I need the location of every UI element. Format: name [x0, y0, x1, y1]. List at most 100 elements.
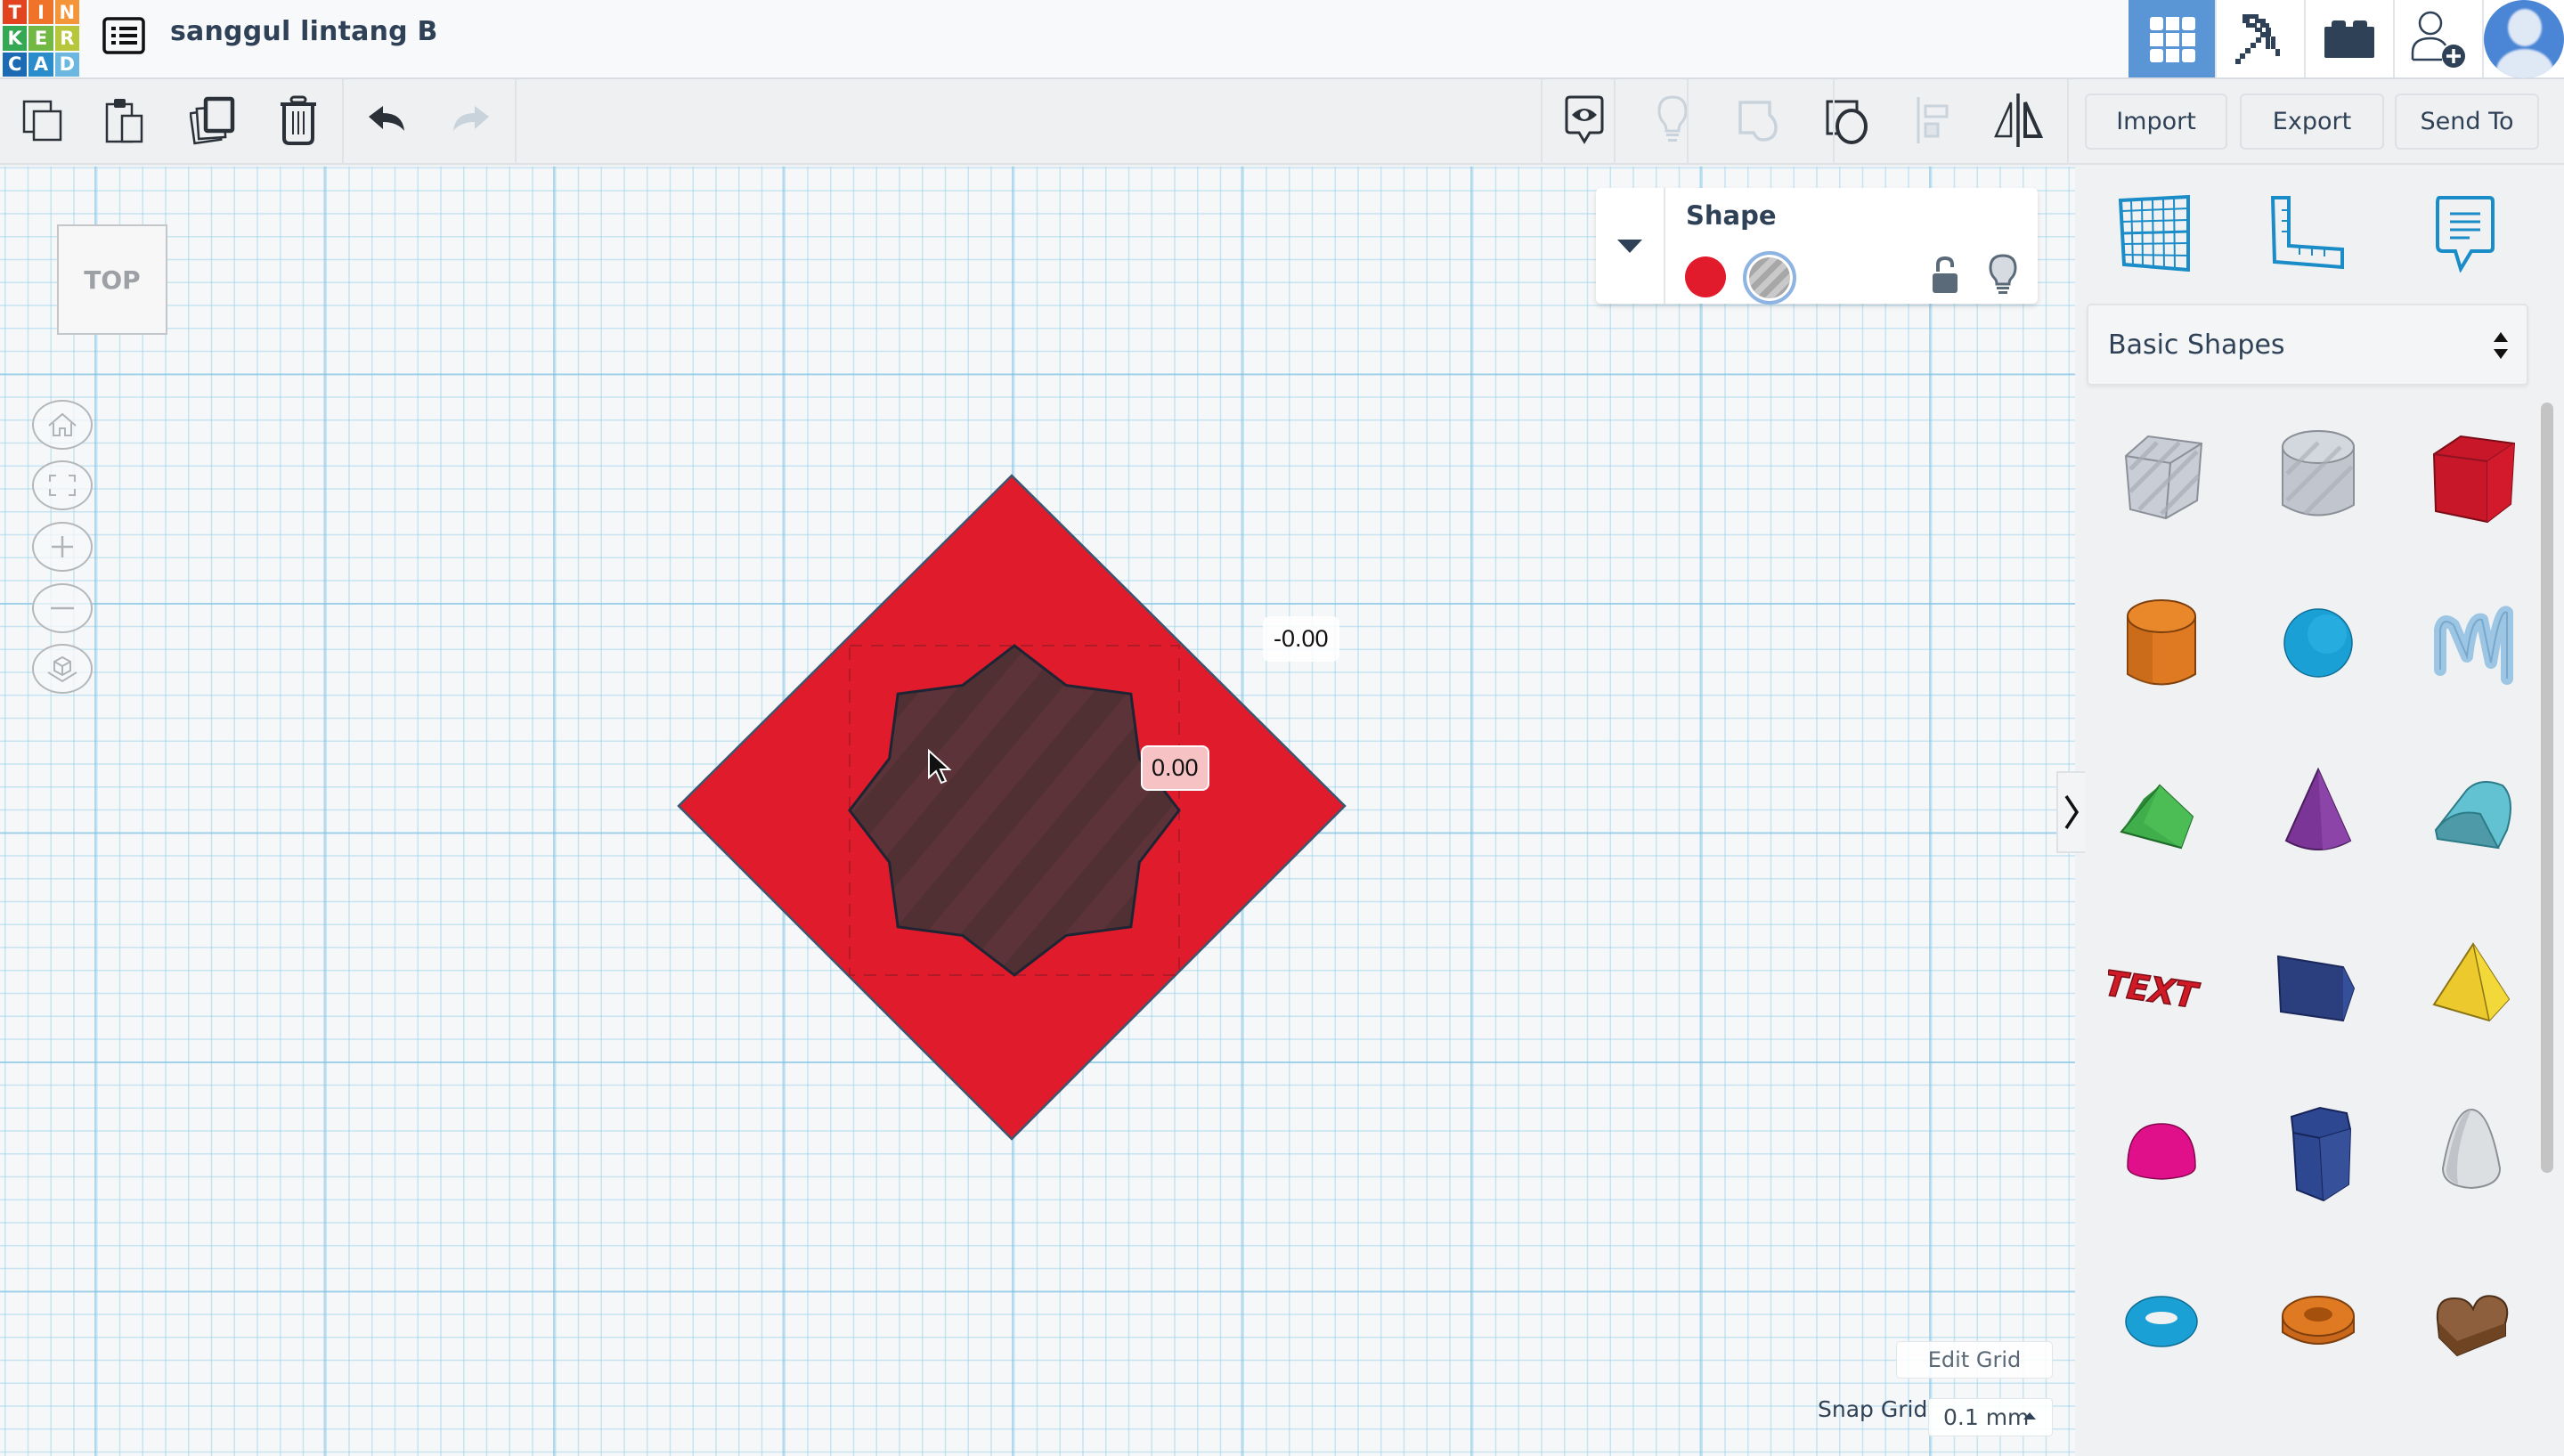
logo-letter: K [3, 26, 28, 51]
nav-bricks[interactable] [2304, 0, 2393, 77]
text-icon: TEXT [2108, 963, 2203, 1017]
nav-profile[interactable] [2482, 0, 2564, 78]
export-button[interactable]: Export [2240, 94, 2384, 150]
group-button[interactable] [1731, 94, 1785, 147]
shape-cylinder[interactable] [2095, 576, 2228, 710]
caret-down-icon [1617, 240, 1642, 253]
ungroup-button[interactable] [1820, 94, 1874, 147]
copy-icon [22, 100, 62, 142]
ungroup-icon [1826, 100, 1868, 144]
tube-icon [2282, 1296, 2355, 1345]
import-button[interactable]: Import [2085, 94, 2227, 150]
shape-cone[interactable] [2251, 745, 2385, 879]
shape-sphere[interactable] [2251, 576, 2385, 710]
nav-3d-design[interactable] [2129, 0, 2215, 77]
unlock-icon [1933, 256, 1958, 293]
design-list-button[interactable] [102, 16, 146, 55]
show-all-button[interactable] [1646, 94, 1699, 147]
sphere-icon [2283, 608, 2353, 678]
design-title[interactable]: sanggul lintang B [170, 16, 438, 47]
grid-icon [2149, 16, 2195, 62]
shape-torus[interactable] [2095, 1253, 2228, 1387]
send-to-button[interactable]: Send To [2395, 94, 2539, 150]
notes-toggle-button[interactable] [1558, 94, 1611, 147]
logo-letter: T [3, 0, 28, 25]
shape-pyramid[interactable] [2405, 915, 2538, 1048]
shape-category-select[interactable]: Basic Shapes [2087, 304, 2528, 386]
select-updown-icon [2494, 332, 2508, 359]
hide-button[interactable] [1988, 254, 2018, 297]
scribble-icon [2434, 606, 2513, 685]
shapes-panel: Basic Shapes TEXT [2075, 167, 2564, 1456]
roof-icon [2120, 784, 2194, 850]
shape-tube[interactable] [2251, 1253, 2385, 1387]
mirror-button[interactable] [1991, 94, 2045, 147]
snap-grid-value: 0.1 mm [1943, 1404, 2030, 1430]
logo-letter: E [28, 26, 53, 51]
logo-letter: R [54, 26, 79, 51]
toolbar-separator [1687, 79, 1689, 165]
dimension-label-inner[interactable]: 0.00 [1141, 745, 1209, 791]
duplicate-button[interactable] [187, 94, 240, 147]
top-bar: TIN KER CAD sanggul lintang B [0, 0, 2564, 79]
inspector-collapse-button[interactable] [1596, 188, 1665, 304]
box-hole-icon [2124, 435, 2203, 520]
tab-ruler[interactable] [2259, 184, 2357, 282]
shape-roof[interactable] [2095, 745, 2228, 879]
logo-letter: I [28, 0, 53, 25]
snap-grid-label: Snap Grid [1818, 1396, 1928, 1422]
toolbar-separator [1614, 79, 1616, 165]
toolbar-separator [1833, 79, 1835, 165]
shape-inspector: Shape [1596, 188, 2038, 305]
shape-text[interactable]: TEXT [2095, 915, 2228, 1048]
panel-collapse-toggle[interactable] [2056, 771, 2085, 853]
shapes-scrollbar[interactable] [2541, 403, 2553, 1173]
snap-grid-select[interactable]: 0.1 mm [1928, 1398, 2053, 1436]
star-hole-shape[interactable] [848, 644, 1181, 977]
shape-paraboloid[interactable] [2405, 1084, 2538, 1217]
undo-icon [369, 106, 404, 131]
wedge-icon [2276, 955, 2356, 1022]
align-button[interactable] [1906, 94, 1959, 147]
shape-box[interactable] [2405, 407, 2538, 541]
delete-button[interactable] [272, 94, 325, 147]
tinkercad-logo[interactable]: TIN KER CAD [3, 0, 79, 77]
paste-button[interactable] [99, 94, 152, 147]
copy-button[interactable] [16, 94, 69, 147]
workplane[interactable]: TOP -0.00 0.00 Shape Edit Grid Snap Grid… [0, 167, 2075, 1456]
pickaxe-icon [2235, 13, 2280, 64]
toolbar-separator [2067, 79, 2069, 165]
paste-icon [105, 99, 143, 143]
cylinder-icon [2127, 599, 2196, 686]
nav-invite-user[interactable] [2393, 0, 2482, 77]
pyramid-icon [2432, 942, 2511, 1022]
trash-icon [281, 95, 316, 145]
shape-round-roof[interactable] [2405, 745, 2538, 879]
edit-grid-button[interactable]: Edit Grid [1896, 1341, 2053, 1379]
dimension-label-outer[interactable]: -0.00 [1263, 616, 1339, 662]
tab-notes[interactable] [2416, 184, 2514, 282]
logo-letter: A [28, 52, 53, 77]
nav-blocks[interactable] [2215, 0, 2304, 77]
heart-icon [2436, 1295, 2509, 1357]
avatar-icon [2484, 0, 2564, 78]
redo-button[interactable] [444, 94, 497, 147]
note-bubble-icon [2436, 196, 2495, 272]
polygon-icon [2290, 1106, 2352, 1202]
solid-color-swatch[interactable] [1685, 256, 1726, 297]
hole-swatch[interactable] [1743, 251, 1796, 305]
logo-letter: C [3, 52, 28, 77]
tab-workplane[interactable] [2106, 184, 2204, 282]
top-nav [2129, 0, 2564, 78]
shape-heart[interactable] [2405, 1253, 2538, 1387]
shape-scribble[interactable] [2405, 576, 2538, 710]
shape-cylinder-hole[interactable] [2251, 407, 2385, 541]
shape-box-hole[interactable] [2095, 407, 2228, 541]
shape-half-sphere[interactable] [2095, 1084, 2228, 1217]
shape-polygon[interactable] [2251, 1084, 2385, 1217]
lock-button[interactable] [1931, 256, 1959, 295]
half-sphere-icon [2127, 1123, 2196, 1180]
undo-button[interactable] [361, 94, 414, 147]
shape-wedge[interactable] [2251, 915, 2385, 1048]
align-icon [1917, 97, 1949, 143]
